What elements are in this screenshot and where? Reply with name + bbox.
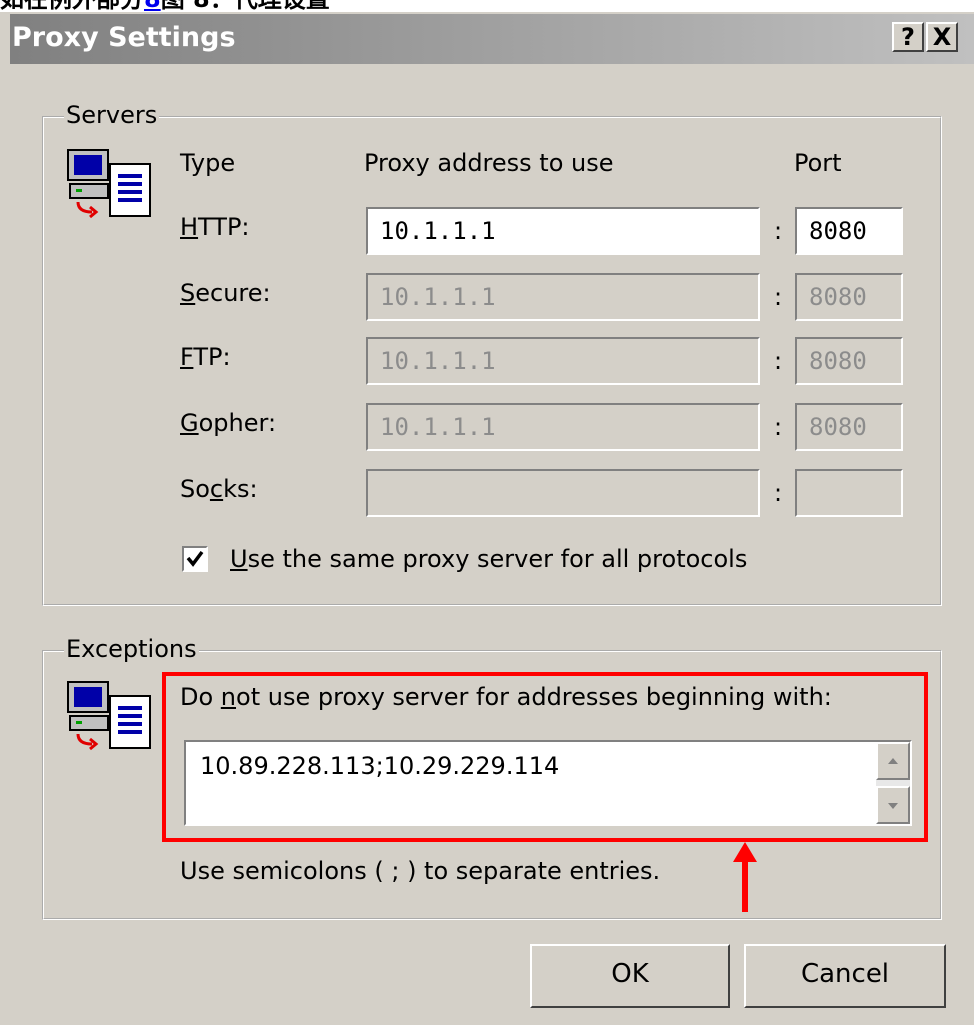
gopher-label: Gopher: — [180, 409, 277, 437]
secure-address-input[interactable]: 10.1.1.1 — [366, 273, 760, 321]
proxy-settings-dialog: Servers Type Proxy address to use Port H… — [10, 64, 974, 1025]
socks-port-input[interactable] — [795, 469, 903, 517]
type-header: Type — [180, 149, 236, 177]
address-header: Proxy address to use — [364, 149, 614, 177]
red-arrow-icon — [733, 842, 757, 912]
close-button[interactable]: X — [926, 22, 958, 52]
arrow-down-icon — [888, 803, 898, 809]
page-caption: 如在例外部分8图 8：代理设置 — [0, 0, 974, 12]
exceptions-textarea[interactable]: 10.89.228.113;10.29.229.114 — [184, 740, 912, 826]
caption-prefix: 如在例外部分 — [0, 0, 144, 13]
servers-group-label: Servers — [64, 101, 160, 129]
secure-label: Secure: — [180, 279, 271, 307]
exceptions-computer-icon — [67, 681, 151, 751]
gopher-port-input[interactable]: 8080 — [795, 403, 903, 451]
exceptions-hint: Use semicolons ( ; ) to separate entries… — [180, 857, 661, 885]
http-address-input[interactable]: 10.1.1.1 — [366, 207, 760, 255]
window-title: Proxy Settings — [12, 22, 236, 53]
socks-colon: : — [774, 479, 783, 507]
caption-suffix: 图 8：代理设置 — [161, 0, 330, 13]
network-computer-icon — [67, 149, 151, 219]
scroll-up-button[interactable] — [876, 742, 910, 780]
arrow-up-icon — [888, 758, 898, 764]
secure-port-input[interactable]: 8080 — [795, 273, 903, 321]
ftp-port-input[interactable]: 8080 — [795, 337, 903, 385]
socks-address-input[interactable] — [366, 469, 760, 517]
same-proxy-checkbox[interactable] — [182, 546, 208, 572]
title-bar: Proxy Settings ? X — [10, 14, 974, 64]
secure-colon: : — [774, 283, 783, 311]
gopher-address-input[interactable]: 10.1.1.1 — [366, 403, 760, 451]
ftp-label: FTP: — [180, 343, 231, 371]
scroll-down-button[interactable] — [876, 786, 910, 824]
caption-link[interactable]: 8 — [144, 0, 161, 13]
exceptions-scrollbar[interactable] — [876, 742, 910, 824]
http-colon: : — [774, 217, 783, 245]
exceptions-label: Do not use proxy server for addresses be… — [180, 683, 832, 711]
http-port-input[interactable]: 8080 — [795, 207, 903, 255]
exceptions-value: 10.89.228.113;10.29.229.114 — [200, 752, 560, 780]
cancel-button[interactable]: Cancel — [744, 944, 946, 1008]
checkmark-icon — [186, 550, 204, 567]
gopher-colon: : — [774, 413, 783, 441]
http-label: HTTP: — [180, 213, 250, 241]
ftp-address-input[interactable]: 10.1.1.1 — [366, 337, 760, 385]
exceptions-group-label: Exceptions — [64, 635, 199, 663]
port-header: Port — [794, 149, 842, 177]
help-button[interactable]: ? — [892, 22, 924, 52]
socks-label: Socks: — [180, 475, 258, 503]
ok-button[interactable]: OK — [530, 944, 730, 1008]
same-proxy-label[interactable]: Use the same proxy server for all protoc… — [230, 544, 747, 574]
ftp-colon: : — [774, 347, 783, 375]
